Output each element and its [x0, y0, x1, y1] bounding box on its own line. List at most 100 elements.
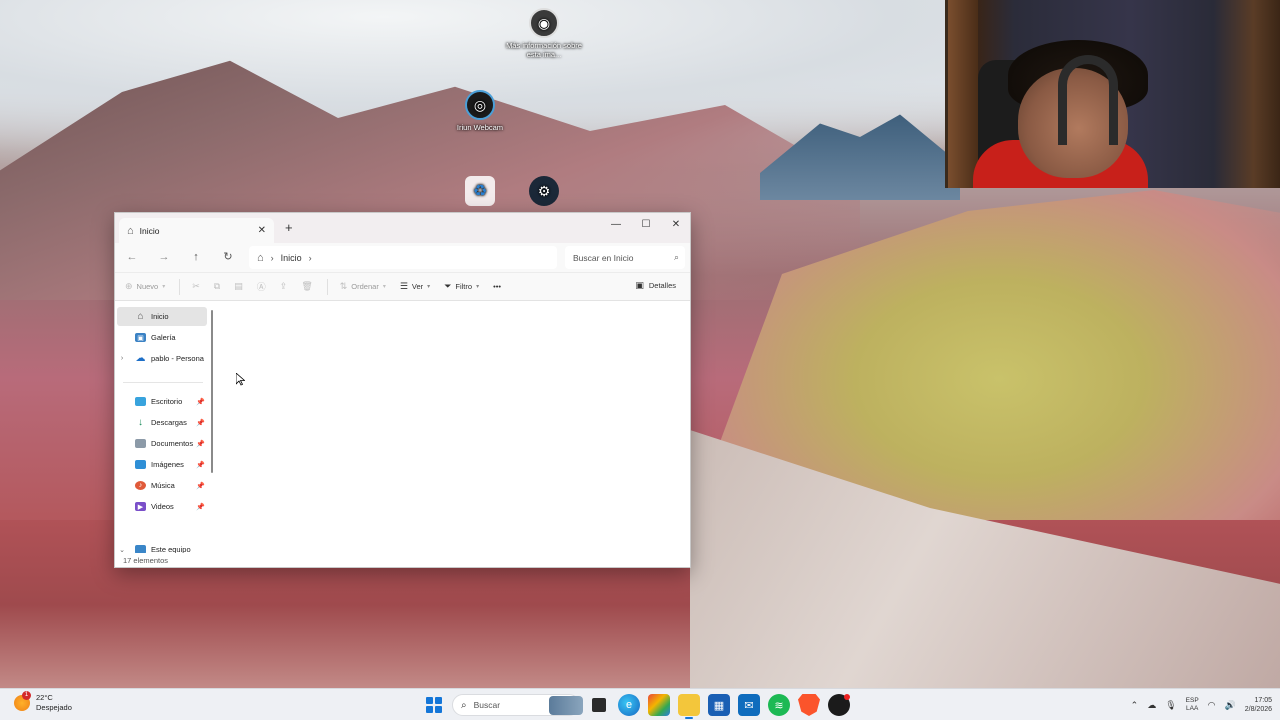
volume-icon[interactable]: 🔊: [1225, 700, 1236, 711]
share-icon: ⇪: [279, 281, 288, 291]
back-arrow-icon[interactable]: ←: [121, 247, 143, 267]
new-button[interactable]: ⊕ Nuevo ▾: [125, 281, 165, 292]
toolbar-divider: [326, 278, 328, 295]
chevron-down-icon: ▾: [382, 284, 386, 290]
task-view-icon[interactable]: [592, 698, 606, 712]
spotify-icon[interactable]: ≋: [768, 694, 790, 716]
file-list-area[interactable]: [217, 302, 690, 553]
toolbar-divider: [179, 278, 181, 295]
minimize-button[interactable]: —: [601, 215, 631, 235]
search-icon: ⌕: [673, 252, 679, 262]
search-placeholder: Buscar en Inicio: [573, 252, 634, 263]
cut-button[interactable]: ✂: [192, 281, 200, 292]
close-button[interactable]: ✕: [661, 215, 691, 235]
active-indicator: [685, 717, 693, 719]
explorer-navbar: ← → ↑ ↻ ⌂ › Inicio › Buscar en Inicio ⌕: [115, 243, 690, 273]
explorer-titlebar[interactable]: ⌂ Inicio ✕ + — ☐ ✕: [115, 213, 690, 243]
obs-app-icon[interactable]: [828, 694, 850, 716]
taskbar-search-input[interactable]: ⌕ Buscar: [452, 694, 583, 716]
search-highlight-image: [549, 696, 583, 715]
keyboard-layout: LAA: [1186, 705, 1199, 712]
sort-button-label: Ordenar: [351, 282, 379, 291]
explorer-search-input[interactable]: Buscar en Inicio ⌕: [565, 246, 685, 269]
sidebar-item-imagenes[interactable]: Imágenes 📌: [117, 455, 207, 474]
refresh-icon[interactable]: ↻: [217, 247, 239, 267]
sidebar-item-label: Música: [151, 481, 175, 490]
explorer-tab[interactable]: ⌂ Inicio ✕: [119, 218, 274, 243]
outlook-icon[interactable]: ✉: [738, 694, 760, 716]
filter-button[interactable]: ⏷ Filtro ▾: [444, 281, 479, 292]
webcam-app-icon: ◎: [465, 90, 495, 120]
sort-icon: ⇅: [339, 281, 348, 291]
breadcrumb-inicio[interactable]: Inicio: [281, 253, 302, 263]
sidebar-item-escritorio[interactable]: Escritorio 📌: [117, 392, 207, 411]
store-icon[interactable]: ▦: [708, 694, 730, 716]
desktop-icon-steam[interactable]: ⚙: [504, 176, 584, 209]
pin-icon[interactable]: 📌: [196, 482, 205, 490]
tab-close-icon[interactable]: ✕: [258, 225, 266, 236]
share-button[interactable]: ⇪: [280, 281, 288, 292]
file-explorer-window[interactable]: ⌂ Inicio ✕ + — ☐ ✕ ← → ↑ ↻ ⌂ › Inicio › …: [114, 212, 691, 568]
sun-icon: 1: [14, 691, 31, 711]
clock[interactable]: 17:05 2/8/2026: [1245, 696, 1272, 714]
address-home-icon[interactable]: ⌂: [257, 252, 264, 264]
sidebar-item-label: Documentos: [151, 439, 194, 448]
sidebar-item-descargas[interactable]: ↓ Descargas 📌: [117, 413, 207, 432]
forward-arrow-icon[interactable]: →: [153, 247, 175, 267]
delete-button[interactable]: 🗑: [301, 281, 312, 292]
sidebar-item-inicio[interactable]: ⌂ Inicio: [117, 307, 207, 326]
downloads-icon: ↓: [138, 417, 143, 428]
sidebar-item-galeria[interactable]: ▣ Galería: [117, 328, 207, 347]
desktop-icon-spotlight[interactable]: ◉ Más información sobre esta ima...: [504, 8, 584, 59]
command-bar: ⊕ Nuevo ▾ ✂ ⧉ ▤ Ⓐ ⇪ 🗑 ⇅ Ordenar ▾ ☰ Ver …: [115, 273, 690, 301]
taskbar-apps: ⌕ Buscar e ▦ ✉ ≋: [424, 692, 850, 719]
weather-widget[interactable]: 1 22°C Despejado: [14, 691, 72, 713]
pin-icon[interactable]: 📌: [196, 461, 205, 469]
new-tab-button[interactable]: +: [285, 220, 293, 235]
edge-browser-icon[interactable]: e: [618, 694, 640, 716]
sidebar-item-documentos[interactable]: Documentos 📌: [117, 434, 207, 453]
filter-icon: ⏷: [444, 281, 452, 291]
details-pane-icon: ▣: [635, 280, 644, 290]
desktop-icon-iriun-webcam[interactable]: ◎ Iriun Webcam: [440, 90, 520, 132]
sidebar-item-label: pablo - Persona: [151, 354, 204, 363]
microphone-icon[interactable]: 🎙: [1165, 700, 1176, 711]
cloud-sync-icon[interactable]: ☁: [1147, 700, 1156, 711]
maximize-button[interactable]: ☐: [631, 215, 661, 235]
pin-icon[interactable]: 📌: [196, 503, 205, 511]
chevron-right-icon[interactable]: ›: [117, 355, 127, 362]
sidebar-item-este-equipo[interactable]: ⌄ Este equipo: [117, 540, 207, 553]
pictures-icon: [135, 460, 146, 469]
view-button[interactable]: ☰ Ver ▾: [400, 281, 430, 292]
brave-browser-icon[interactable]: [798, 694, 820, 716]
sidebar-scrollbar[interactable]: [211, 310, 213, 473]
navigation-pane: ⌂ Inicio ▣ Galería › ☁ pablo - Persona E…: [115, 302, 215, 553]
chevron-up-icon[interactable]: ⌃: [1131, 700, 1139, 711]
pin-icon[interactable]: 📌: [196, 398, 205, 406]
paste-button[interactable]: ▤: [234, 281, 243, 292]
sidebar-item-musica[interactable]: ♪ Música 📌: [117, 476, 207, 495]
music-icon: ♪: [135, 481, 146, 490]
wifi-icon[interactable]: ◠: [1208, 700, 1216, 711]
up-arrow-icon[interactable]: ↑: [185, 247, 207, 267]
pin-icon[interactable]: 📌: [196, 419, 205, 427]
breadcrumb-chevron-icon[interactable]: ›: [271, 253, 274, 263]
copy-icon: ⧉: [213, 281, 221, 291]
address-bar[interactable]: ⌂ › Inicio ›: [249, 246, 557, 269]
breadcrumb-chevron-icon[interactable]: ›: [309, 253, 312, 263]
sidebar-item-onedrive[interactable]: › ☁ pablo - Persona: [117, 349, 207, 368]
copy-button[interactable]: ⧉: [214, 281, 220, 292]
sidebar-item-label: Este equipo: [151, 545, 191, 553]
more-options-button[interactable]: •••: [493, 282, 501, 291]
rename-button[interactable]: Ⓐ: [257, 280, 266, 293]
pin-icon[interactable]: 📌: [196, 440, 205, 448]
details-button[interactable]: ▣ Detalles: [635, 280, 676, 291]
chevron-down-icon[interactable]: ⌄: [117, 546, 127, 554]
sidebar-item-videos[interactable]: ▶ Videos 📌: [117, 497, 207, 516]
sort-button[interactable]: ⇅ Ordenar ▾: [340, 281, 386, 292]
view-button-label: Ver: [411, 282, 424, 291]
file-explorer-icon[interactable]: [678, 694, 700, 719]
windows-start-icon[interactable]: [424, 695, 444, 715]
language-indicator[interactable]: ESP LAA: [1186, 697, 1199, 713]
copilot-icon[interactable]: [648, 694, 670, 716]
